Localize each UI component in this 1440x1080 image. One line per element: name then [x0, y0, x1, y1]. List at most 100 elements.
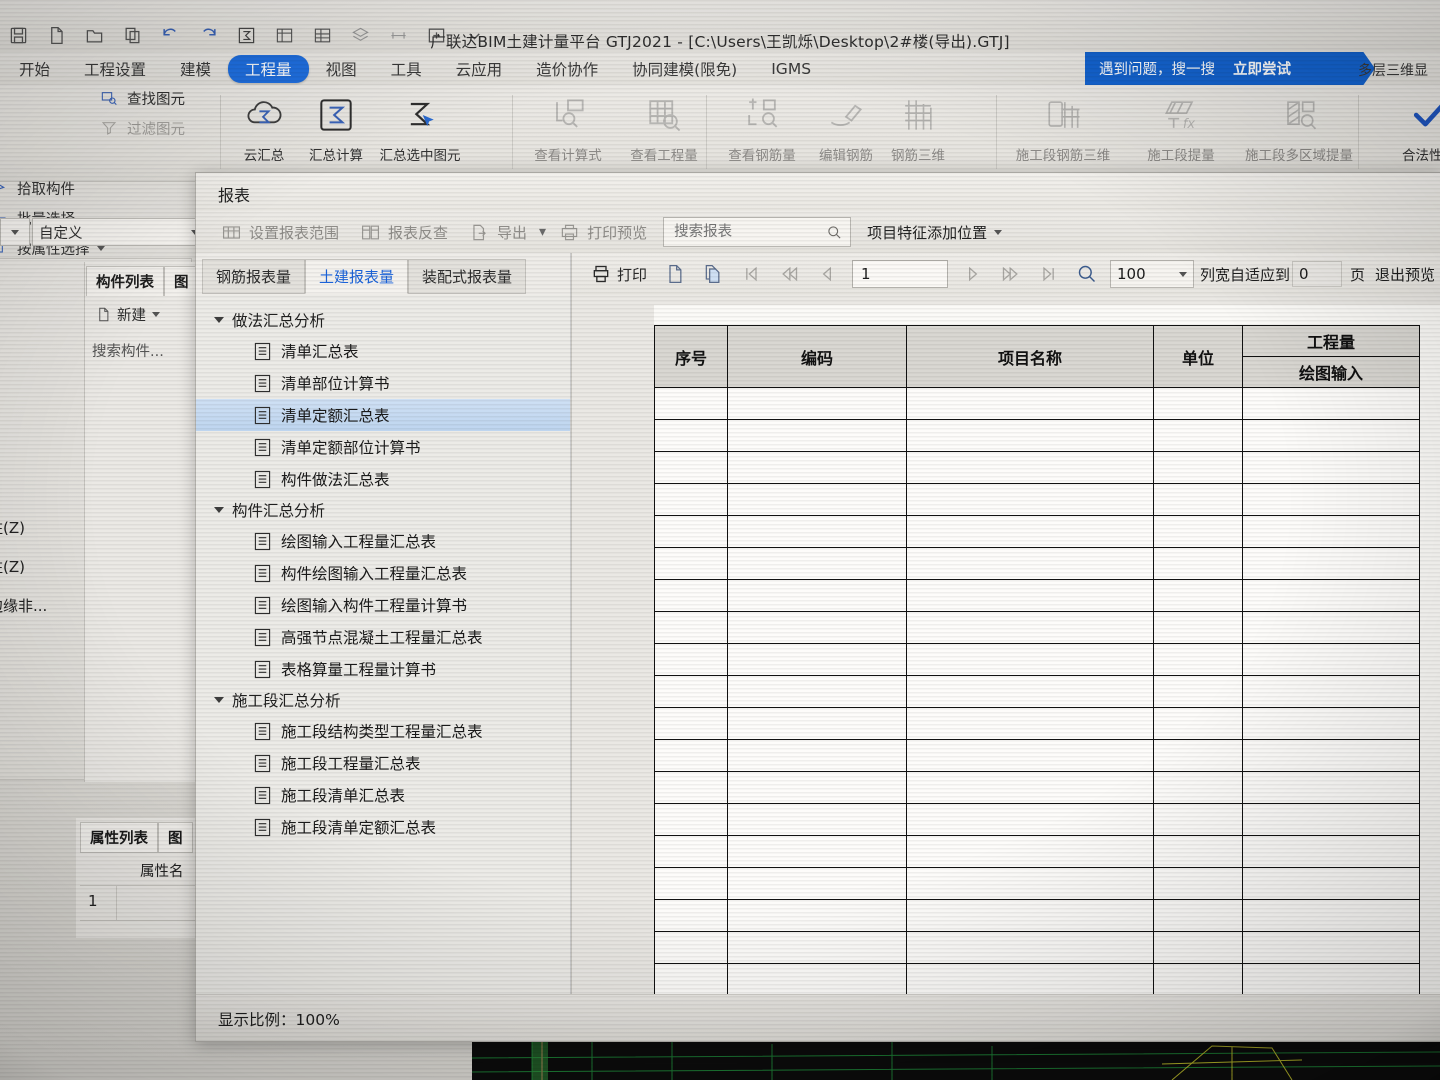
report-sheet-wrap[interactable]: 序号 编码 项目名称 单位 工程量 绘图输入 — [572, 295, 1440, 995]
table-cell[interactable] — [906, 963, 1154, 995]
ribbon-tab-8[interactable]: 协同建模(限免) — [615, 55, 754, 83]
table-cell[interactable] — [654, 771, 728, 804]
table-cell[interactable] — [906, 707, 1154, 740]
report-type-tab-2[interactable]: 装配式报表量 — [408, 259, 527, 294]
tab-component-drawing[interactable]: 图 — [164, 266, 199, 296]
table-cell[interactable] — [1242, 707, 1420, 740]
table-cell[interactable] — [654, 483, 728, 516]
table-row[interactable] — [654, 547, 1420, 580]
report-tree[interactable]: 做法汇总分析 清单汇总表 清单部位计算书 清单定额汇总表 清单定额部位计算书 构件做法汇总… — [196, 295, 570, 995]
table-cell[interactable] — [906, 867, 1154, 900]
next-block-button[interactable] — [992, 258, 1030, 290]
table-cell[interactable] — [1153, 707, 1243, 740]
table-row[interactable] — [654, 803, 1420, 836]
table-cell[interactable] — [1153, 739, 1243, 772]
ribbon-button-summary-calc[interactable]: 汇总计算 — [300, 85, 372, 164]
table-cell[interactable] — [1153, 547, 1243, 580]
ribbon-button-view-rebar[interactable]: 查看钢筋量 — [714, 85, 810, 164]
table-cell[interactable] — [906, 547, 1154, 580]
table-row[interactable] — [654, 483, 1420, 516]
search-component-placeholder[interactable]: 搜索构件... — [92, 340, 164, 361]
report-type-tab-1[interactable]: 土建报表量 — [305, 259, 409, 294]
table-cell[interactable] — [906, 483, 1154, 516]
table-cell[interactable] — [654, 643, 728, 676]
table-cell[interactable] — [906, 419, 1154, 452]
table-cell[interactable] — [1242, 579, 1420, 612]
table-cell[interactable] — [1153, 675, 1243, 708]
first-page-button[interactable] — [732, 258, 770, 290]
table-row[interactable] — [654, 899, 1420, 932]
table-row[interactable] — [654, 515, 1420, 548]
prev-block-button[interactable] — [770, 258, 808, 290]
ribbon-cmd-pick[interactable]: 拾取构件 — [0, 173, 188, 203]
table-row[interactable] — [654, 931, 1420, 964]
table-cell[interactable] — [1242, 867, 1420, 900]
table-cell[interactable] — [727, 643, 907, 676]
table-row[interactable] — [654, 835, 1420, 868]
report-tree-group-0[interactable]: 做法汇总分析 — [196, 305, 570, 335]
expand-triangle-icon[interactable] — [214, 507, 224, 513]
table-cell[interactable] — [1242, 451, 1420, 484]
table-cell[interactable] — [727, 771, 907, 804]
export-button[interactable]: 导出 — [458, 217, 537, 247]
ribbon-tab-9[interactable]: IGMS — [754, 57, 828, 81]
table-cell[interactable] — [727, 899, 907, 932]
table-row[interactable] — [654, 387, 1420, 420]
report-tree-item-0-4[interactable]: 构件做法汇总表 — [196, 463, 570, 495]
multi-page-button[interactable] — [694, 258, 732, 290]
table-cell[interactable] — [1242, 835, 1420, 868]
table-cell[interactable] — [1242, 931, 1420, 964]
table-cell[interactable] — [654, 515, 728, 548]
layer-combo-prefix[interactable] — [0, 218, 30, 246]
table-cell[interactable] — [727, 835, 907, 868]
table-cell[interactable] — [654, 867, 728, 900]
feature-position-menu[interactable]: 项目特征添加位置 — [867, 222, 1003, 243]
print-preview-button[interactable]: 打印预览 — [548, 217, 657, 247]
chevron-down-icon[interactable] — [152, 312, 160, 317]
promo-banner[interactable]: 遇到问题，搜一搜 立即尝试 — [1085, 52, 1375, 85]
table-cell[interactable] — [654, 675, 728, 708]
table-cell[interactable] — [1153, 963, 1243, 995]
table-cell[interactable] — [727, 739, 907, 772]
table-cell[interactable] — [727, 611, 907, 644]
table-cell[interactable] — [906, 611, 1154, 644]
table-cell[interactable] — [727, 483, 907, 516]
report-tree-item-0-0[interactable]: 清单汇总表 — [196, 335, 570, 367]
table-cell[interactable] — [1242, 387, 1420, 420]
report-tree-item-1-1[interactable]: 构件绘图输入工程量汇总表 — [196, 557, 570, 589]
table-cell[interactable] — [727, 675, 907, 708]
table-row[interactable] — [654, 963, 1420, 995]
table-cell[interactable] — [1242, 739, 1420, 772]
component-panel-tabs[interactable]: 构件列表 图 — [86, 266, 199, 296]
table-cell[interactable] — [727, 515, 907, 548]
table-cell[interactable] — [1242, 675, 1420, 708]
ribbon-button-validity-check[interactable]: 合法性检 — [1370, 85, 1440, 164]
table-cell[interactable] — [1153, 515, 1243, 548]
ribbon-tab-4[interactable]: 视图 — [309, 55, 374, 83]
report-tree-item-2-2[interactable]: 施工段清单汇总表 — [196, 779, 570, 811]
table-cell[interactable] — [654, 835, 728, 868]
report-tree-item-2-1[interactable]: 施工段工程量汇总表 — [196, 747, 570, 779]
table-cell[interactable] — [654, 739, 728, 772]
table-cell[interactable] — [654, 963, 728, 995]
table-cell[interactable] — [1153, 483, 1243, 516]
ribbon-tab-3[interactable]: 工程量 — [228, 54, 309, 83]
table-cell[interactable] — [906, 515, 1154, 548]
table-cell[interactable] — [654, 387, 728, 420]
table-cell[interactable] — [906, 451, 1154, 484]
promo-cta[interactable]: 立即尝试 — [1233, 58, 1291, 79]
table-cell[interactable] — [727, 707, 907, 740]
ribbon-button-view-formula[interactable]: 查看计算式 — [520, 85, 616, 164]
table-cell[interactable] — [1153, 835, 1243, 868]
table-cell[interactable] — [906, 771, 1154, 804]
zoom-level-select[interactable]: 100 — [1110, 260, 1195, 288]
chevron-down-icon[interactable] — [994, 229, 1003, 235]
table-cell[interactable] — [1153, 643, 1243, 676]
last-page-button[interactable] — [1030, 258, 1068, 290]
table-cell[interactable] — [906, 579, 1154, 612]
table-cell[interactable] — [654, 579, 728, 612]
report-tree-item-2-0[interactable]: 施工段结构类型工程量汇总表 — [196, 715, 570, 747]
table-cell[interactable] — [654, 611, 728, 644]
table-cell[interactable] — [1242, 547, 1420, 580]
report-tree-item-0-2[interactable]: 清单定额汇总表 — [196, 399, 570, 431]
